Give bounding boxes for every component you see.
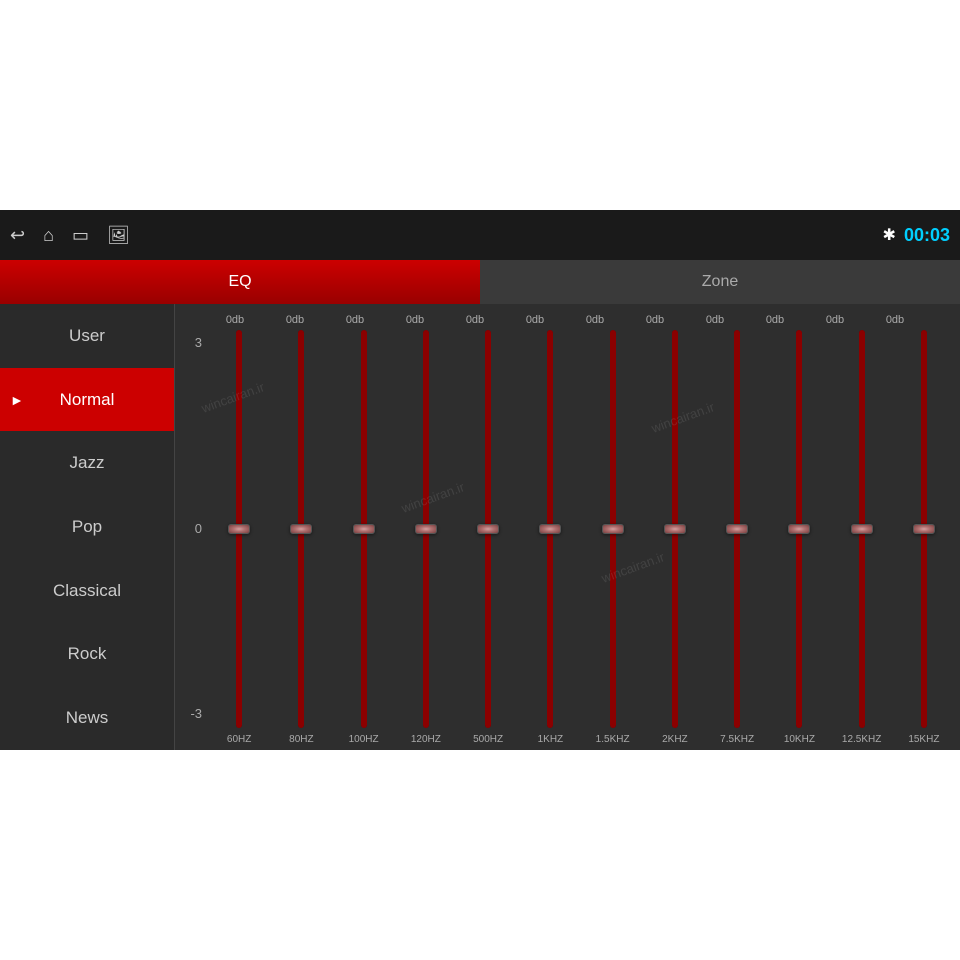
- slider-freq-label-15KHZ: 15KHZ: [908, 734, 939, 745]
- slider-thumb-15KHZ[interactable]: [913, 524, 935, 534]
- slider-thumb-2KHZ[interactable]: [664, 524, 686, 534]
- sidebar-item-normal[interactable]: ► Normal: [0, 368, 174, 432]
- slider-col-100HZ: 100HZ: [333, 330, 395, 745]
- slider-freq-label-2KHZ: 2KHZ: [662, 734, 688, 745]
- slider-col-15KHZ: 15KHZ: [893, 330, 955, 745]
- eq-db-label-15KHZ: 0db: [870, 314, 920, 326]
- slider-thumb-1KHZ[interactable]: [539, 524, 561, 534]
- topbar-right: ✱ 00:03: [883, 225, 950, 246]
- sidebar-item-user[interactable]: User: [0, 304, 174, 368]
- slider-track-2KHZ[interactable]: [672, 330, 678, 728]
- time-display: 00:03: [904, 225, 950, 246]
- slider-col-120HZ: 120HZ: [395, 330, 457, 745]
- slider-track-7.5KHZ[interactable]: [734, 330, 740, 728]
- slider-col-500HZ: 500HZ: [457, 330, 519, 745]
- sidebar-item-jazz[interactable]: Jazz: [0, 431, 174, 495]
- eq-db-label-100HZ: 0db: [330, 314, 380, 326]
- slider-freq-label-12.5KHZ: 12.5KHZ: [842, 734, 881, 745]
- slider-col-2KHZ: 2KHZ: [644, 330, 706, 745]
- eq-db-label-1.5KHZ: 0db: [570, 314, 620, 326]
- eq-db-label-80HZ: 0db: [270, 314, 320, 326]
- screen-icon[interactable]: ▭: [72, 225, 89, 246]
- play-arrow-icon: ►: [10, 392, 24, 408]
- eq-db-label-7.5KHZ: 0db: [690, 314, 740, 326]
- slider-freq-label-120HZ: 120HZ: [411, 734, 441, 745]
- slider-track-1KHZ[interactable]: [547, 330, 553, 728]
- tab-zone[interactable]: Zone: [480, 260, 960, 304]
- slider-thumb-120HZ[interactable]: [415, 524, 437, 534]
- slider-thumb-12.5KHZ[interactable]: [851, 524, 873, 534]
- slider-col-60HZ: 60HZ: [208, 330, 270, 745]
- slider-col-80HZ: 80HZ: [270, 330, 332, 745]
- slider-track-100HZ[interactable]: [361, 330, 367, 728]
- slider-col-12.5KHZ: 12.5KHZ: [831, 330, 893, 745]
- slider-freq-label-60HZ: 60HZ: [227, 734, 251, 745]
- sidebar: User ► Normal Jazz Pop Classical Rock Ne…: [0, 304, 175, 750]
- slider-track-500HZ[interactable]: [485, 330, 491, 728]
- slider-thumb-1.5KHZ[interactable]: [602, 524, 624, 534]
- slider-freq-label-1KHZ: 1KHZ: [538, 734, 564, 745]
- slider-col-10KHZ: 10KHZ: [768, 330, 830, 745]
- slider-freq-label-7.5KHZ: 7.5KHZ: [720, 734, 754, 745]
- slider-thumb-80HZ[interactable]: [290, 524, 312, 534]
- slider-freq-label-500HZ: 500HZ: [473, 734, 503, 745]
- slider-thumb-100HZ[interactable]: [353, 524, 375, 534]
- sidebar-item-pop[interactable]: Pop: [0, 495, 174, 559]
- back-icon[interactable]: ↩: [10, 225, 25, 246]
- slider-col-1.5KHZ: 1.5KHZ: [582, 330, 644, 745]
- sidebar-item-classical[interactable]: Classical: [0, 559, 174, 623]
- slider-track-80HZ[interactable]: [298, 330, 304, 728]
- slider-thumb-60HZ[interactable]: [228, 524, 250, 534]
- slider-track-12.5KHZ[interactable]: [859, 330, 865, 728]
- eq-db-label-60HZ: 0db: [210, 314, 260, 326]
- slider-track-120HZ[interactable]: [423, 330, 429, 728]
- topbar-left: ↩ ⌂ ▭ 🖼: [10, 225, 130, 246]
- main-content: User ► Normal Jazz Pop Classical Rock Ne…: [0, 304, 960, 750]
- eq-panel: 0db 0db 0db 0db 0db 0db 0db 0db 0db 0db 0db 0db 3 0…: [175, 304, 960, 750]
- eq-db-label-500HZ: 0db: [450, 314, 500, 326]
- eq-content: 3 0 -3 60HZ 80HZ 100HZ 120HZ 500HZ 1KHZ 1.5KHZ…: [180, 330, 955, 745]
- tab-eq[interactable]: EQ: [0, 260, 480, 304]
- slider-col-1KHZ: 1KHZ: [519, 330, 581, 745]
- eq-db-labels: 0db 0db 0db 0db 0db 0db 0db 0db 0db 0db 0db 0db: [180, 314, 955, 326]
- eq-scale: 3 0 -3: [180, 330, 208, 745]
- slider-thumb-7.5KHZ[interactable]: [726, 524, 748, 534]
- eq-db-label-10KHZ: 0db: [750, 314, 800, 326]
- slider-thumb-500HZ[interactable]: [477, 524, 499, 534]
- eq-db-label-12.5KHZ: 0db: [810, 314, 860, 326]
- tabbar: EQ Zone: [0, 260, 960, 304]
- slider-freq-label-10KHZ: 10KHZ: [784, 734, 815, 745]
- eq-db-label-1KHZ: 0db: [510, 314, 560, 326]
- eq-sliders: 60HZ 80HZ 100HZ 120HZ 500HZ 1KHZ 1.5KHZ 2KHZ 7.5…: [208, 330, 955, 745]
- slider-track-15KHZ[interactable]: [921, 330, 927, 728]
- sidebar-item-rock[interactable]: Rock: [0, 623, 174, 687]
- slider-track-60HZ[interactable]: [236, 330, 242, 728]
- bluetooth-icon: ✱: [883, 225, 896, 245]
- topbar: ↩ ⌂ ▭ 🖼 ✱ 00:03: [0, 210, 960, 260]
- image-icon[interactable]: 🖼: [107, 225, 130, 246]
- sidebar-item-news[interactable]: News: [0, 686, 174, 750]
- home-icon[interactable]: ⌂: [43, 225, 54, 246]
- eq-db-label-120HZ: 0db: [390, 314, 440, 326]
- slider-freq-label-100HZ: 100HZ: [349, 734, 379, 745]
- slider-freq-label-80HZ: 80HZ: [289, 734, 313, 745]
- slider-thumb-10KHZ[interactable]: [788, 524, 810, 534]
- eq-db-label-2KHZ: 0db: [630, 314, 680, 326]
- slider-freq-label-1.5KHZ: 1.5KHZ: [596, 734, 630, 745]
- slider-track-1.5KHZ[interactable]: [610, 330, 616, 728]
- slider-track-10KHZ[interactable]: [796, 330, 802, 728]
- slider-col-7.5KHZ: 7.5KHZ: [706, 330, 768, 745]
